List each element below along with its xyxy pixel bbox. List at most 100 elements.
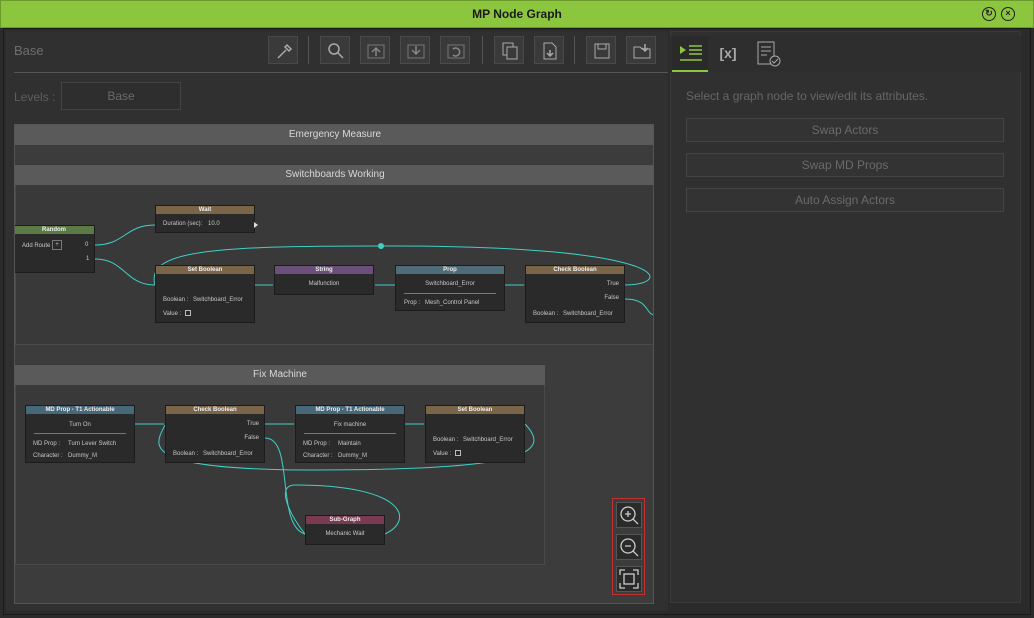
save-icon <box>594 43 610 59</box>
node-title: Set Boolean <box>426 406 524 414</box>
breadcrumb-base[interactable]: Base <box>14 43 44 58</box>
value-checkbox[interactable] <box>455 450 461 457</box>
node-field-label: MD Prop : <box>33 441 61 447</box>
checklist-icon <box>757 41 781 67</box>
node-field-value: Mesh_Control Panel <box>425 300 480 306</box>
attribute-panel <box>670 31 1021 603</box>
attribute-tabs: [x] <box>670 36 1021 72</box>
node-field-label: Value : <box>433 451 452 457</box>
eyedropper-button[interactable] <box>268 36 298 64</box>
tab-node-attributes[interactable] <box>672 36 708 72</box>
node-field-value: Turn Lever Switch <box>68 441 117 447</box>
load-button[interactable] <box>626 36 656 64</box>
move-up-button[interactable] <box>360 36 390 64</box>
folder-icon <box>633 44 651 59</box>
reset-button[interactable] <box>440 36 470 64</box>
output-label-false: False <box>244 435 259 441</box>
node-field-label: Boolean : <box>173 451 199 457</box>
node-md-prop-actionable[interactable]: MD Prop - T1 Actionable Turn On MD Prop … <box>25 405 135 463</box>
node-title: Check Boolean <box>526 266 624 274</box>
toolbar-divider <box>14 72 668 73</box>
title-bar: MP Node Graph ↻ × <box>0 0 1034 28</box>
node-sub-graph[interactable]: Sub-Graph Mechanic Wait <box>305 515 385 545</box>
value-checkbox[interactable] <box>185 310 191 317</box>
node-field-value: Switchboard_Error <box>563 311 613 317</box>
node-check-boolean[interactable]: Check Boolean True False Boolean : Switc… <box>525 265 625 323</box>
node-field-label: Value : <box>163 311 182 317</box>
node-field-value: Switchboard_Error <box>425 281 475 287</box>
node-divider <box>404 293 496 294</box>
node-field-value: Fix machine <box>333 422 367 428</box>
list-indent-icon <box>680 45 702 61</box>
window-title: MP Node Graph <box>472 7 562 21</box>
auto-assign-actors-button[interactable]: Auto Assign Actors <box>686 188 1004 212</box>
save-button[interactable] <box>586 36 616 64</box>
close-icon[interactable]: × <box>1001 7 1015 21</box>
fit-view-icon <box>619 569 639 589</box>
zoom-in-icon <box>620 506 639 525</box>
attribute-hint: Select a graph node to view/edit its att… <box>686 89 929 103</box>
node-field-label: Character : <box>33 453 63 459</box>
node-field-value: Switchboard_Error <box>463 437 513 443</box>
swap-md-props-button[interactable]: Swap MD Props <box>686 153 1004 177</box>
refresh-icon[interactable]: ↻ <box>982 7 996 21</box>
upload-icon <box>367 44 385 59</box>
output-label-true: True <box>246 421 259 427</box>
node-divider <box>304 433 396 434</box>
node-title: MD Prop - T1 Actionable <box>296 406 404 414</box>
node-title: Set Boolean <box>156 266 254 274</box>
node-field-value: 10.0 <box>208 221 220 227</box>
levels-base-button[interactable]: Base <box>61 82 181 110</box>
add-route-button[interactable]: + <box>52 240 62 250</box>
node-random[interactable]: Random Add Route + 0 1 <box>15 225 95 273</box>
node-title: Check Boolean <box>166 406 264 414</box>
search-icon <box>328 43 344 59</box>
node-field-label: Boolean : <box>163 297 189 303</box>
node-field-value: Maintain <box>338 441 361 447</box>
node-md-prop-actionable[interactable]: MD Prop - T1 Actionable Fix machine MD P… <box>295 405 405 463</box>
node-field-label: Boolean : <box>433 437 459 443</box>
undo-icon <box>447 44 465 59</box>
node-field-value: Switchboard_Error <box>193 297 243 303</box>
node-field-value: Dummy_M <box>68 453 98 459</box>
zoom-in-button[interactable] <box>616 502 642 528</box>
zoom-controls <box>612 498 645 595</box>
zoom-out-button[interactable] <box>616 534 642 560</box>
node-field-value: Dummy_M <box>338 453 368 459</box>
node-title: String <box>275 266 373 274</box>
node-field-label: Prop : <box>404 300 421 306</box>
node-set-boolean[interactable]: Set Boolean Boolean : Switchboard_Error … <box>155 265 255 323</box>
node-prop[interactable]: Prop Switchboard_Error Prop : Mesh_Contr… <box>395 265 505 311</box>
paste-icon <box>543 42 557 60</box>
tab-variables[interactable]: [x] <box>710 36 746 72</box>
node-divider <box>34 433 126 434</box>
levels-label: Levels : <box>14 90 56 104</box>
paste-button[interactable] <box>534 36 564 64</box>
eyedropper-icon <box>277 43 293 59</box>
node-field-value: Turn On <box>69 422 91 428</box>
search-button[interactable] <box>320 36 350 64</box>
fit-view-button[interactable] <box>616 566 642 592</box>
exec-output-pin[interactable] <box>254 222 258 228</box>
swap-actors-button[interactable]: Swap Actors <box>686 118 1004 142</box>
move-down-button[interactable] <box>400 36 430 64</box>
copy-button[interactable] <box>494 36 524 64</box>
node-field-label: Duration (sec): <box>163 221 203 227</box>
node-title: Random <box>15 226 94 234</box>
download-icon <box>407 44 425 59</box>
node-title: Prop <box>396 266 504 274</box>
node-field-value: Mechanic Wait <box>325 531 365 537</box>
node-field-value: Switchboard_Error <box>203 451 253 457</box>
node-field-label: MD Prop : <box>303 441 331 447</box>
tab-checklist[interactable] <box>752 36 788 72</box>
node-title: MD Prop - T1 Actionable <box>26 406 134 414</box>
node-string[interactable]: String Malfunction <box>274 265 374 295</box>
output-label: 0 <box>85 242 89 248</box>
node-set-boolean[interactable]: Set Boolean Boolean : Switchboard_Error … <box>425 405 525 463</box>
node-check-boolean[interactable]: Check Boolean True False Boolean : Switc… <box>165 405 265 463</box>
node-graph-canvas[interactable]: Emergency Measure Switchboards Working F… <box>14 124 654 604</box>
toolbar-separator <box>482 36 483 64</box>
node-field-label: Boolean : <box>533 311 559 317</box>
node-wait[interactable]: Wait Duration (sec): 10.0 <box>155 205 258 233</box>
toolbar-separator <box>308 36 309 64</box>
